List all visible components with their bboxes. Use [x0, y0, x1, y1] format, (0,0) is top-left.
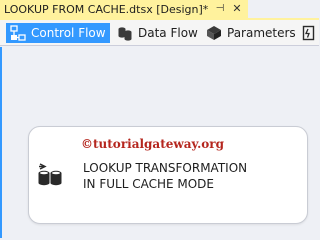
tab-control-flow[interactable]: Control Flow	[6, 23, 110, 43]
event-handlers-icon	[302, 25, 316, 41]
data-flow-icon	[117, 25, 133, 41]
tab-control-flow-label: Control Flow	[31, 26, 106, 40]
tab-data-flow-label: Data Flow	[138, 26, 198, 40]
designer-tab-bar: Control Flow Data Flow Parameters	[0, 20, 319, 46]
data-flow-task[interactable]: ©tutorialgateway.org LOOKUP TRANSFORMATI…	[28, 126, 308, 224]
document-tab-title: LOOKUP FROM CACHE.dtsx [Design]*	[4, 2, 209, 16]
close-icon[interactable]: ✕	[231, 2, 243, 15]
control-flow-icon	[10, 25, 26, 41]
tab-parameters[interactable]: Parameters	[202, 23, 296, 43]
document-tab[interactable]: LOOKUP FROM CACHE.dtsx [Design]* ⊣ ✕	[0, 0, 248, 18]
pin-icon[interactable]: ⊣	[214, 2, 226, 15]
tab-parameters-label: Parameters	[227, 26, 296, 40]
data-flow-task-icon	[37, 161, 63, 187]
document-tab-strip: LOOKUP FROM CACHE.dtsx [Design]* ⊣ ✕	[0, 0, 319, 18]
task-title-line-1: LOOKUP TRANSFORMATION	[83, 161, 248, 175]
tab-data-flow[interactable]: Data Flow	[113, 23, 198, 43]
task-title-line-2: IN FULL CACHE MODE	[83, 177, 214, 191]
task-title: LOOKUP TRANSFORMATION IN FULL CACHE MODE	[83, 160, 303, 192]
watermark-text: ©tutorialgateway.org	[81, 137, 224, 151]
tab-event-handlers[interactable]	[300, 23, 319, 43]
canvas-left-accent	[0, 47, 2, 238]
parameters-icon	[206, 25, 222, 41]
